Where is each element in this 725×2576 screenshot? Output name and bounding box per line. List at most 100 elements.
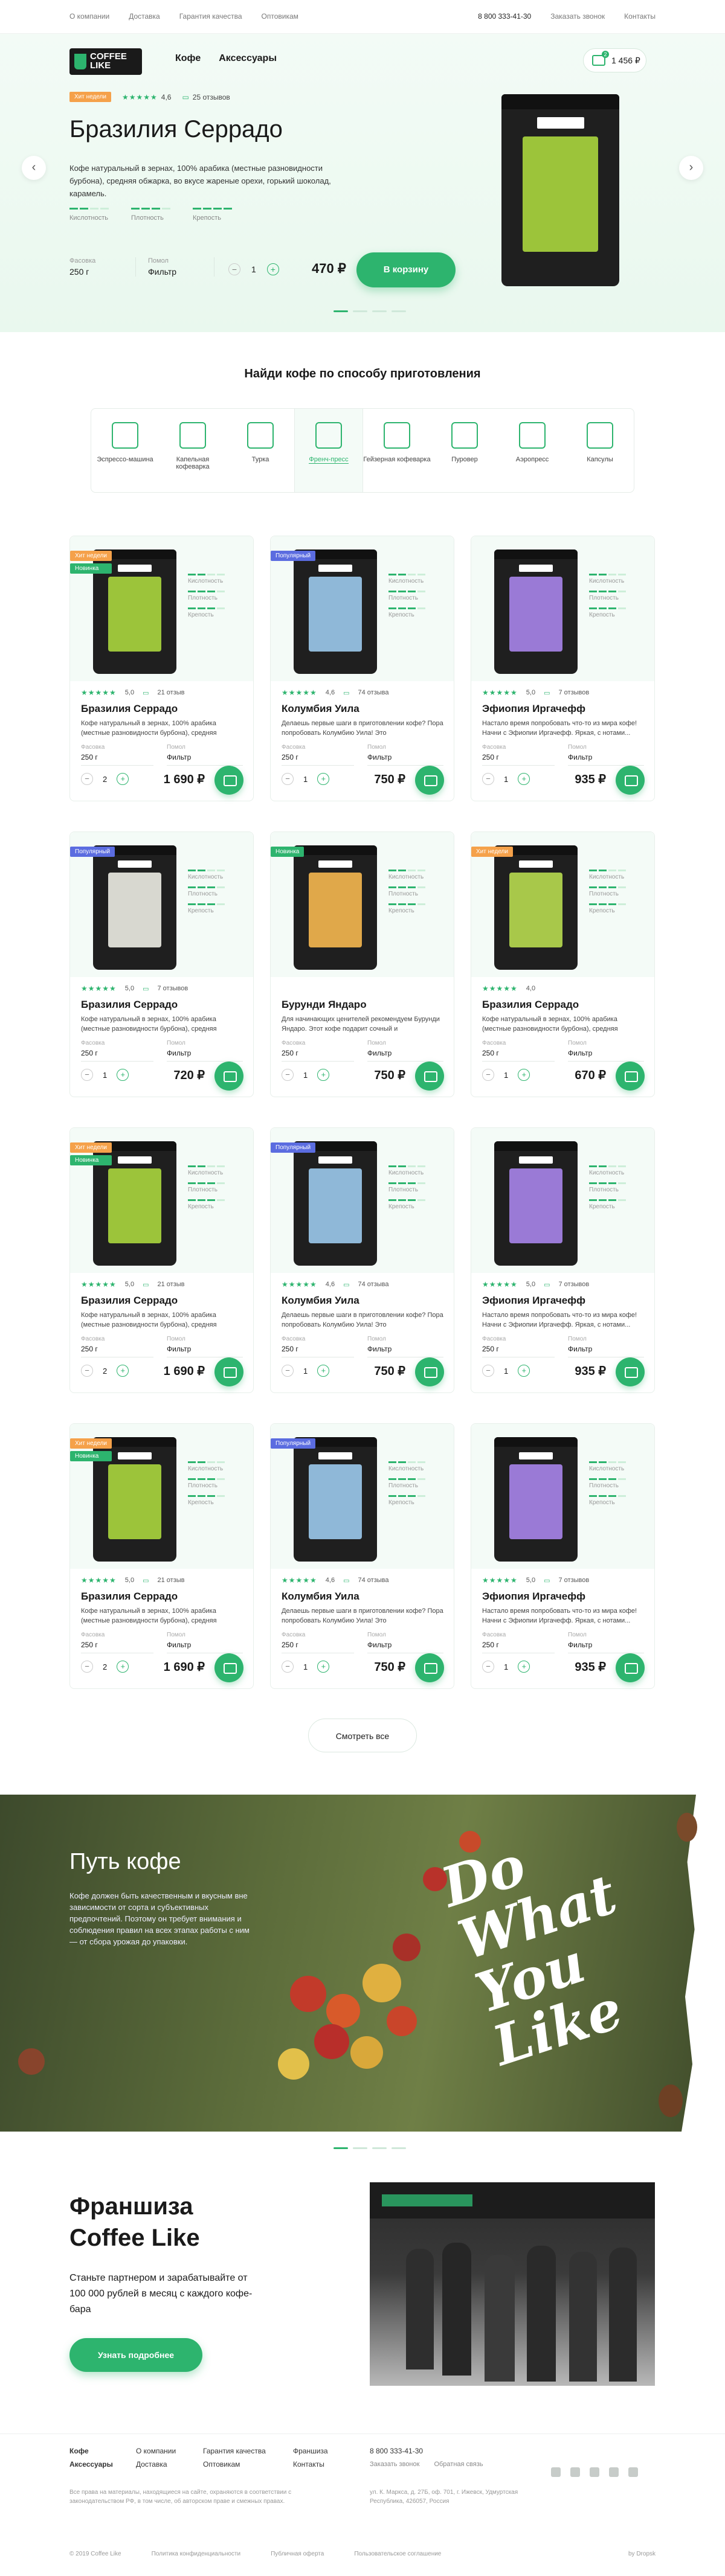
footer-link[interactable]: О компании — [136, 2444, 176, 2458]
add-to-cart-icon[interactable] — [616, 766, 645, 795]
phone-link[interactable]: 8 800 333-41-30 — [478, 12, 531, 21]
pack-select[interactable]: Фасовка 250 г — [482, 1336, 555, 1357]
product-card[interactable]: Популярный Кислотность Плотность Крепость ★★… — [270, 1127, 454, 1393]
pack-select[interactable]: Фасовка 250 г — [282, 1040, 354, 1062]
grind-select[interactable]: Помол Фильтр — [167, 1336, 243, 1357]
pack-select[interactable]: Фасовка 250 г — [81, 744, 153, 766]
minus-button[interactable]: − — [282, 1069, 294, 1081]
hero-pack-select[interactable]: Фасовка 250 г — [69, 257, 136, 277]
pack-select[interactable]: Фасовка 250 г — [81, 1632, 153, 1653]
method-turka[interactable]: Турка — [227, 409, 294, 492]
minus-button[interactable]: − — [81, 1069, 93, 1081]
top-nav-wholesale[interactable]: Оптовикам — [262, 12, 298, 21]
product-name[interactable]: Бразилия Серрадо — [81, 999, 178, 1011]
grind-select[interactable]: Помол Фильтр — [367, 1040, 443, 1062]
add-to-cart-icon[interactable] — [214, 766, 243, 795]
see-all-button[interactable]: Смотреть все — [308, 1719, 417, 1752]
plus-button[interactable]: + — [518, 1069, 530, 1081]
pack-select[interactable]: Фасовка 250 г — [482, 1632, 555, 1653]
footer-link[interactable]: Аксессуары — [69, 2458, 113, 2471]
plus-button[interactable]: + — [117, 1661, 129, 1673]
method-drip-coffee-maker[interactable]: Капельная кофеварка — [159, 409, 227, 492]
product-reviews[interactable]: 7 отзывов — [559, 689, 590, 696]
footer-link[interactable]: Франшиза — [293, 2444, 328, 2458]
pack-select[interactable]: Фасовка 250 г — [282, 744, 354, 766]
product-reviews[interactable]: 7 отзывов — [158, 985, 188, 992]
hero-reviews[interactable]: 25 отзывов — [193, 93, 230, 101]
product-card[interactable]: Популярный Кислотность Плотность Крепость ★★… — [69, 831, 254, 1097]
product-reviews[interactable]: 21 отзыв — [158, 689, 185, 696]
top-nav-about[interactable]: О компании — [69, 12, 109, 21]
logo[interactable]: COFFEE LIKE — [69, 48, 142, 75]
plus-button[interactable]: + — [117, 1069, 129, 1081]
hero-grind-select[interactable]: Помол Фильтр — [148, 257, 214, 277]
footer-link[interactable]: Гарантия качества — [203, 2444, 266, 2458]
plus-button[interactable]: + — [117, 773, 129, 785]
grind-select[interactable]: Помол Фильтр — [568, 1336, 644, 1357]
add-to-cart-icon[interactable] — [616, 1062, 645, 1091]
plus-button[interactable]: + — [117, 1365, 129, 1377]
product-card[interactable]: Хит недели Новинка Кислотность Плотность Кре… — [69, 1423, 254, 1689]
plus-button[interactable]: + — [518, 773, 530, 785]
product-card[interactable]: Популярный Кислотность Плотность Крепость ★★… — [270, 536, 454, 801]
method-aeropress[interactable]: Аэропресс — [498, 409, 566, 492]
grind-select[interactable]: Помол Фильтр — [568, 1040, 644, 1062]
footer-feedback[interactable]: Обратная связь — [434, 2458, 483, 2471]
grind-select[interactable]: Помол Фильтр — [568, 1632, 644, 1653]
pack-select[interactable]: Фасовка 250 г — [81, 1336, 153, 1357]
minus-button[interactable]: − — [81, 773, 93, 785]
product-name[interactable]: Бразилия Серрадо — [482, 999, 579, 1011]
add-to-cart-icon[interactable] — [415, 1357, 444, 1386]
contacts-link[interactable]: Контакты — [624, 12, 656, 21]
product-name[interactable]: Эфиопия Иргачефф — [482, 1295, 585, 1307]
product-card[interactable]: Хит недели Новинка Кислотность Плотность Кре… — [69, 1127, 254, 1393]
product-name[interactable]: Бразилия Серрадо — [81, 1591, 178, 1603]
footer-link[interactable]: Доставка — [136, 2458, 176, 2471]
offer-link[interactable]: Публичная оферта — [271, 2551, 324, 2557]
pack-select[interactable]: Фасовка 250 г — [282, 1336, 354, 1357]
nav-coffee[interactable]: Кофе — [175, 53, 201, 64]
grind-select[interactable]: Помол Фильтр — [167, 1632, 243, 1653]
prev-slide-icon[interactable]: ‹ — [22, 156, 46, 180]
footer-callback[interactable]: Заказать звонок — [370, 2458, 419, 2471]
product-name[interactable]: Эфиопия Иргачефф — [482, 1591, 585, 1603]
plus-button[interactable]: + — [518, 1365, 530, 1377]
add-to-cart-button[interactable]: В корзину — [356, 252, 456, 287]
add-to-cart-icon[interactable] — [415, 1062, 444, 1091]
plus-button[interactable]: + — [317, 773, 330, 785]
plus-button[interactable]: + — [317, 1365, 330, 1377]
product-card[interactable]: Хит недели Кислотность Плотность Крепость ★★… — [471, 831, 655, 1097]
product-name[interactable]: Колумбия Уила — [282, 1591, 359, 1603]
product-reviews[interactable]: 74 отзыва — [358, 689, 389, 696]
add-to-cart-icon[interactable] — [214, 1357, 243, 1386]
instagram-icon[interactable] — [570, 2467, 580, 2477]
product-name[interactable]: Бразилия Серрадо — [81, 1295, 178, 1307]
method-pourover[interactable]: Пуровер — [431, 409, 498, 492]
product-card[interactable]: Кислотность Плотность Крепость ★★★★★ 5,0 ▭ 7 о… — [471, 1423, 655, 1689]
grind-select[interactable]: Помол Фильтр — [568, 744, 644, 766]
add-to-cart-icon[interactable] — [415, 766, 444, 795]
facebook-icon[interactable] — [590, 2467, 599, 2477]
cart-button[interactable]: 1 456 ₽ — [583, 48, 646, 72]
method-geyser[interactable]: Гейзерная кофеварка — [363, 409, 431, 492]
grind-select[interactable]: Помол Фильтр — [367, 1336, 443, 1357]
top-nav-quality[interactable]: Гарантия качества — [179, 12, 242, 21]
product-card[interactable]: Кислотность Плотность Крепость ★★★★★ 5,0 ▭ 7 о… — [471, 1127, 655, 1393]
twitter-icon[interactable] — [609, 2467, 619, 2477]
minus-button[interactable]: − — [81, 1365, 93, 1377]
plus-button[interactable]: + — [518, 1661, 530, 1673]
next-slide-icon[interactable]: › — [679, 156, 703, 180]
minus-button[interactable]: − — [282, 1661, 294, 1673]
footer-phone[interactable]: 8 800 333-41-30 — [370, 2444, 483, 2458]
minus-button[interactable]: − — [81, 1661, 93, 1673]
footer-link[interactable]: Кофе — [69, 2444, 113, 2458]
grind-select[interactable]: Помол Фильтр — [167, 1040, 243, 1062]
top-nav-delivery[interactable]: Доставка — [129, 12, 160, 21]
product-card[interactable]: Популярный Кислотность Плотность Крепость ★★… — [270, 1423, 454, 1689]
pack-select[interactable]: Фасовка 250 г — [482, 744, 555, 766]
product-name[interactable]: Колумбия Уила — [282, 1295, 359, 1307]
product-reviews[interactable]: 74 отзыва — [358, 1577, 389, 1584]
minus-button[interactable]: − — [482, 773, 494, 785]
minus-button[interactable]: − — [282, 773, 294, 785]
pack-select[interactable]: Фасовка 250 г — [482, 1040, 555, 1062]
